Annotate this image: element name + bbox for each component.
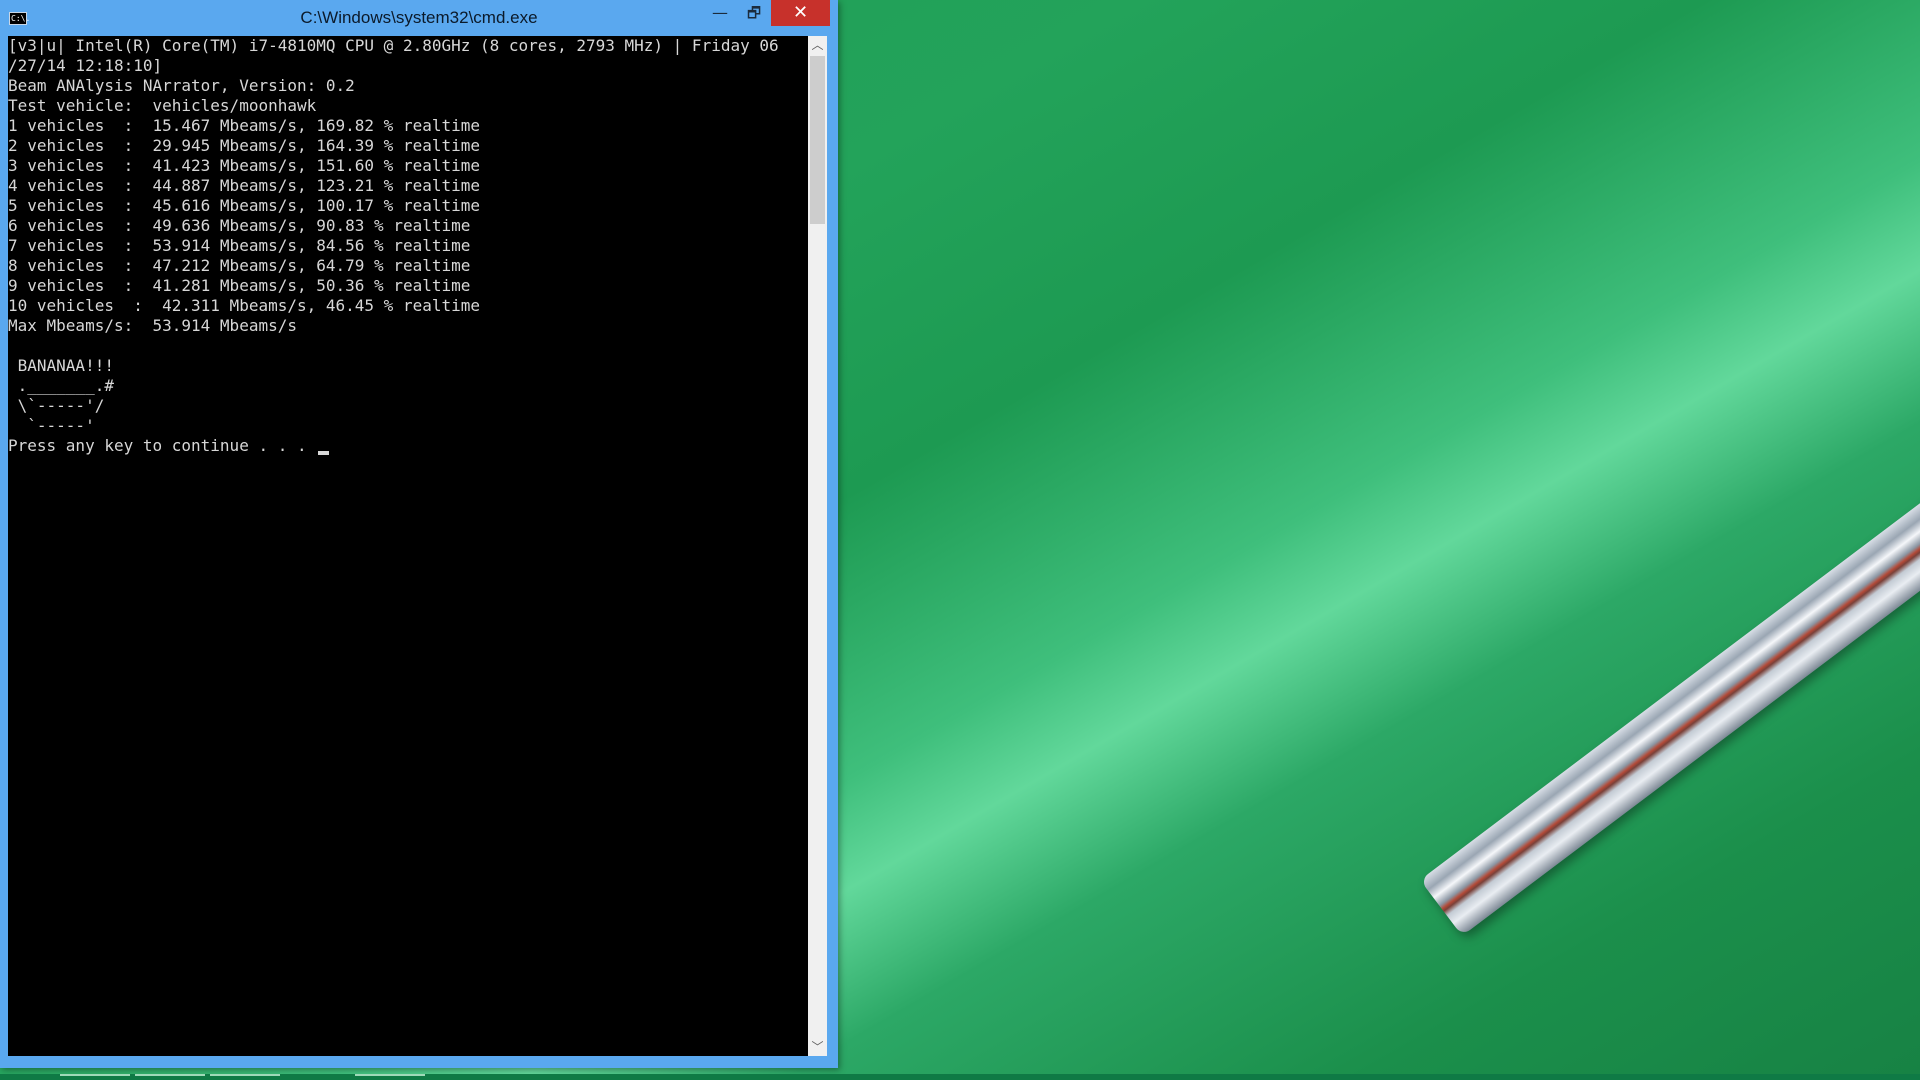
console-line: 10 vehicles : 42.311 Mbeams/s, 46.45 % r… bbox=[8, 296, 481, 315]
prompt-text: Press any key to continue . . . bbox=[8, 436, 317, 455]
console-line: BANANAA!!! bbox=[8, 356, 114, 375]
prompt-line: Press any key to continue . . . bbox=[8, 436, 779, 456]
taskbar-item-indicator[interactable] bbox=[135, 1074, 205, 1076]
console-line: /27/14 12:18:10] bbox=[8, 56, 163, 75]
console-line: 9 vehicles : 41.281 Mbeams/s, 50.36 % re… bbox=[8, 276, 471, 295]
console-line: 6 vehicles : 49.636 Mbeams/s, 90.83 % re… bbox=[8, 216, 471, 235]
maximize-button[interactable]: 🗗 bbox=[737, 0, 771, 26]
scroll-up-arrow-icon[interactable]: ︿ bbox=[808, 36, 827, 54]
console-line: 4 vehicles : 44.887 Mbeams/s, 123.21 % r… bbox=[8, 176, 481, 195]
console-line: 3 vehicles : 41.423 Mbeams/s, 151.60 % r… bbox=[8, 156, 481, 175]
console-line: Beam ANAlysis NArrator, Version: 0.2 bbox=[8, 76, 355, 95]
console-lines: [v3|u| Intel(R) Core(TM) i7-4810MQ CPU @… bbox=[8, 36, 779, 456]
scrollbar-thumb[interactable] bbox=[810, 56, 825, 224]
console-line: Test vehicle: vehicles/moonhawk bbox=[8, 96, 317, 115]
taskbar-item-indicator[interactable] bbox=[60, 1074, 130, 1076]
console-line: 2 vehicles : 29.945 Mbeams/s, 164.39 % r… bbox=[8, 136, 481, 155]
console-output[interactable]: [v3|u| Intel(R) Core(TM) i7-4810MQ CPU @… bbox=[8, 36, 808, 1056]
taskbar-edge[interactable] bbox=[0, 1074, 1920, 1080]
cmd-window[interactable]: C:\. C:\Windows\system32\cmd.exe — 🗗 ✕ [… bbox=[0, 0, 838, 1068]
scroll-down-arrow-icon[interactable]: ﹀ bbox=[808, 1038, 827, 1056]
console-line: [v3|u| Intel(R) Core(TM) i7-4810MQ CPU @… bbox=[8, 36, 779, 55]
console-line: ._______.# bbox=[8, 376, 114, 395]
console-line: Max Mbeams/s: 53.914 Mbeams/s bbox=[8, 316, 297, 335]
console-line: \`-----'/ bbox=[8, 396, 105, 415]
wallpaper-chrome-trim bbox=[1420, 338, 1920, 936]
console-line: 5 vehicles : 45.616 Mbeams/s, 100.17 % r… bbox=[8, 196, 481, 215]
close-button[interactable]: ✕ bbox=[771, 0, 830, 26]
console-line: `-----' bbox=[8, 416, 95, 435]
minimize-button[interactable]: — bbox=[703, 0, 737, 26]
text-cursor bbox=[318, 451, 330, 455]
console-line: 7 vehicles : 53.914 Mbeams/s, 84.56 % re… bbox=[8, 236, 471, 255]
taskbar-item-indicator[interactable] bbox=[355, 1074, 425, 1076]
vertical-scrollbar[interactable]: ︿ ﹀ bbox=[808, 36, 827, 1056]
taskbar-item-indicator[interactable] bbox=[210, 1074, 280, 1076]
title-bar[interactable]: C:\. C:\Windows\system32\cmd.exe — 🗗 ✕ bbox=[0, 0, 838, 36]
console-line: 1 vehicles : 15.467 Mbeams/s, 169.82 % r… bbox=[8, 116, 481, 135]
console-line: 8 vehicles : 47.212 Mbeams/s, 64.79 % re… bbox=[8, 256, 471, 275]
